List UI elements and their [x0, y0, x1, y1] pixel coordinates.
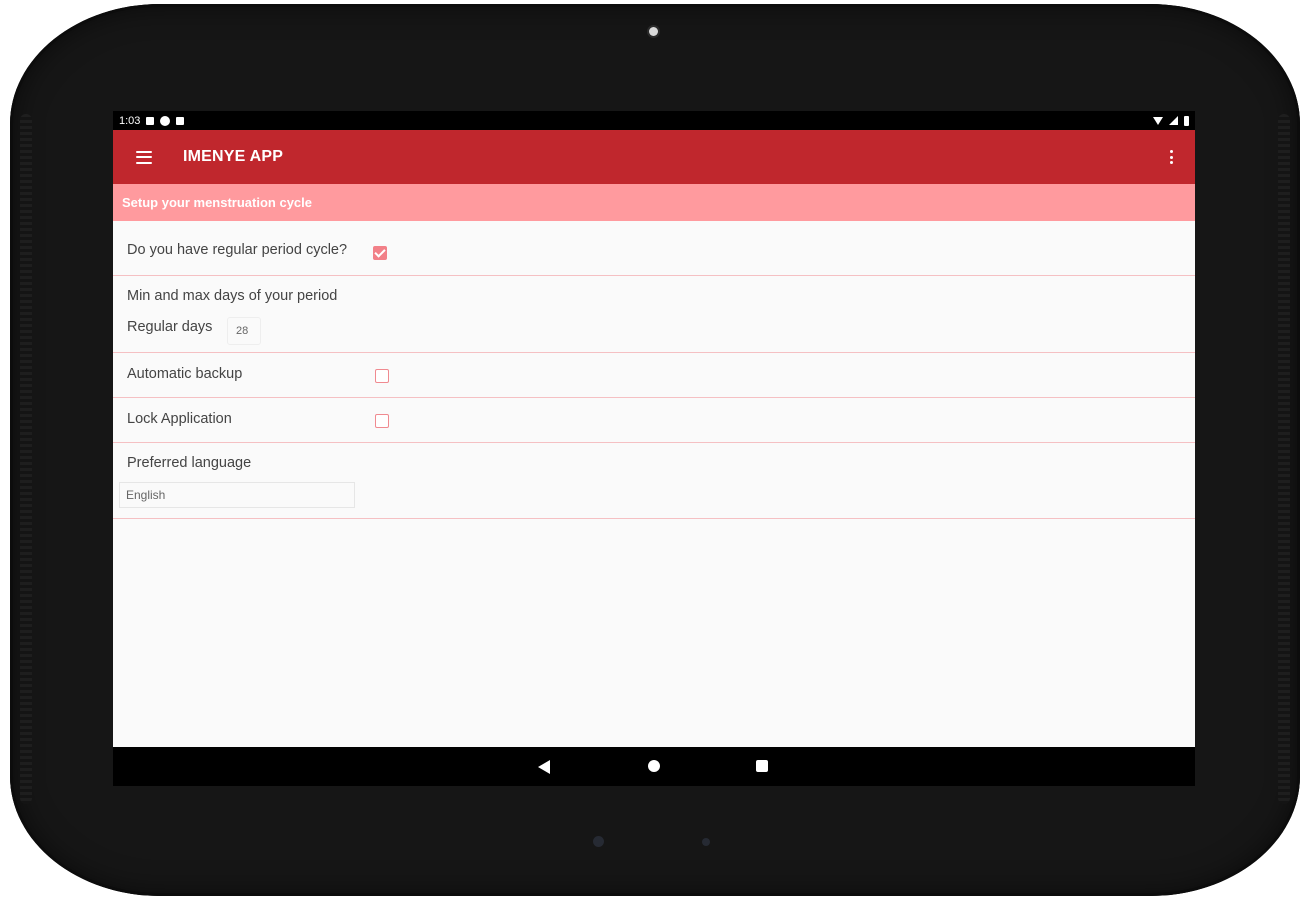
hamburger-icon[interactable] — [136, 150, 152, 164]
period-days-row: Min and max days of your period Regular … — [113, 276, 1195, 353]
language-select[interactable]: English — [119, 482, 355, 508]
regular-days-label: Regular days — [127, 319, 213, 335]
sync-icon — [160, 115, 171, 126]
battery-icon — [1184, 115, 1189, 126]
regular-cycle-checkbox[interactable] — [373, 246, 387, 260]
back-triangle-icon[interactable] — [538, 760, 550, 774]
language-row: Preferred language English — [113, 443, 1195, 519]
notification-icon — [146, 116, 155, 125]
wifi-icon — [1153, 116, 1163, 125]
status-right — [1153, 115, 1189, 126]
status-left: 1:03 — [119, 114, 185, 127]
bottom-sensor-dot — [593, 836, 604, 847]
lock-app-label: Lock Application — [127, 411, 232, 427]
front-camera — [649, 27, 658, 36]
status-bar: 1:03 — [113, 111, 1195, 130]
navigation-bar — [113, 747, 1195, 786]
app-title: IMENYE APP — [183, 148, 284, 165]
lock-app-checkbox[interactable] — [375, 414, 389, 428]
bottom-sensor-dot-small — [702, 838, 710, 846]
left-speaker-grill — [20, 114, 32, 804]
home-circle-icon[interactable] — [648, 760, 660, 772]
regular-cycle-label: Do you have regular period cycle? — [127, 242, 348, 258]
regular-cycle-row: Do you have regular period cycle? — [113, 221, 1195, 276]
period-days-label: Min and max days of your period — [127, 288, 338, 304]
app-bar: IMENYE APP — [113, 130, 1195, 184]
section-header: Setup your menstruation cycle — [113, 184, 1195, 221]
sd-card-icon — [176, 116, 185, 125]
auto-backup-label: Automatic backup — [127, 366, 243, 382]
overflow-menu-icon[interactable] — [1169, 150, 1173, 164]
device-screen: 1:03 IMENYE APP Setup your menstruation … — [113, 111, 1195, 786]
language-label: Preferred language — [127, 455, 252, 471]
auto-backup-checkbox[interactable] — [375, 369, 389, 383]
status-time: 1:03 — [119, 114, 141, 127]
cell-signal-icon — [1169, 116, 1178, 125]
lock-app-row: Lock Application — [113, 398, 1195, 443]
right-speaker-grill — [1278, 114, 1290, 804]
auto-backup-row: Automatic backup — [113, 353, 1195, 398]
regular-days-input[interactable]: 28 — [227, 317, 261, 345]
recent-square-icon[interactable] — [756, 760, 768, 772]
